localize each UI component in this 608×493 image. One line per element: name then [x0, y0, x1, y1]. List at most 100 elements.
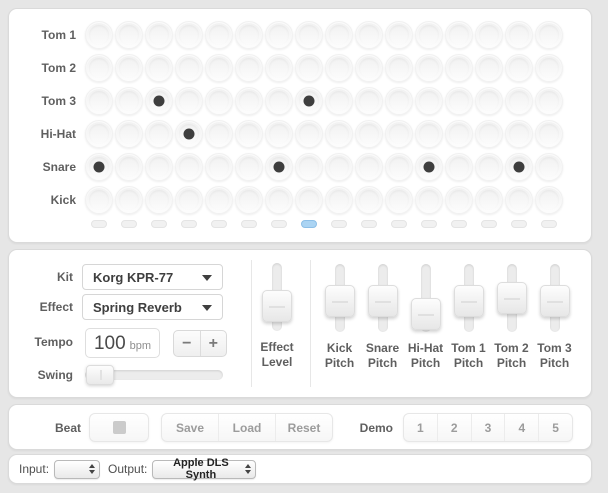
step-cell[interactable] — [325, 54, 353, 82]
step-cell[interactable] — [325, 186, 353, 214]
step-cell[interactable] — [205, 153, 233, 181]
tempo-decrease-button[interactable]: − — [174, 331, 201, 356]
step-cell[interactable] — [505, 54, 533, 82]
step-cell[interactable] — [175, 153, 203, 181]
step-cell[interactable] — [475, 120, 503, 148]
step-cell[interactable] — [355, 87, 383, 115]
step-cell[interactable] — [325, 120, 353, 148]
pitch-slider[interactable]: Snare Pitch — [361, 264, 404, 371]
step-cell[interactable] — [265, 21, 293, 49]
step-cell[interactable] — [115, 186, 143, 214]
step-cell[interactable] — [85, 153, 113, 181]
step-cell[interactable] — [415, 54, 443, 82]
step-cell[interactable] — [505, 21, 533, 49]
output-select[interactable]: Apple DLS Synth — [152, 460, 256, 479]
step-cell[interactable] — [175, 87, 203, 115]
input-select[interactable] — [54, 460, 100, 479]
demo-button[interactable]: 5 — [538, 414, 572, 441]
step-cell[interactable] — [415, 120, 443, 148]
step-cell[interactable] — [115, 21, 143, 49]
step-cell[interactable] — [205, 21, 233, 49]
effect-level-handle[interactable] — [262, 290, 292, 322]
step-cell[interactable] — [415, 87, 443, 115]
step-cell[interactable] — [85, 87, 113, 115]
step-cell[interactable] — [265, 153, 293, 181]
step-cell[interactable] — [505, 120, 533, 148]
step-cell[interactable] — [535, 21, 563, 49]
step-cell[interactable] — [505, 153, 533, 181]
step-cell[interactable] — [265, 87, 293, 115]
pitch-slider[interactable]: Tom 2 Pitch — [490, 264, 533, 371]
step-cell[interactable] — [535, 54, 563, 82]
step-cell[interactable] — [475, 87, 503, 115]
step-cell[interactable] — [355, 54, 383, 82]
pitch-slider[interactable]: Hi-Hat Pitch — [404, 264, 447, 371]
pitch-slider-track[interactable] — [464, 264, 474, 332]
step-cell[interactable] — [145, 120, 173, 148]
effect-select[interactable]: Spring Reverb — [82, 294, 223, 320]
step-cell[interactable] — [85, 120, 113, 148]
step-cell[interactable] — [295, 21, 323, 49]
step-cell[interactable] — [445, 153, 473, 181]
pitch-slider[interactable]: Tom 1 Pitch — [447, 264, 490, 371]
demo-button[interactable]: 2 — [437, 414, 471, 441]
file-button[interactable]: Save — [162, 414, 218, 441]
pitch-slider-handle[interactable] — [411, 298, 441, 330]
step-cell[interactable] — [265, 186, 293, 214]
step-cell[interactable] — [325, 21, 353, 49]
step-cell[interactable] — [445, 87, 473, 115]
step-cell[interactable] — [175, 54, 203, 82]
step-cell[interactable] — [535, 186, 563, 214]
step-cell[interactable] — [475, 54, 503, 82]
file-button[interactable]: Load — [218, 414, 275, 441]
step-cell[interactable] — [415, 153, 443, 181]
step-cell[interactable] — [325, 87, 353, 115]
pitch-slider-track[interactable] — [550, 264, 560, 332]
demo-button[interactable]: 4 — [504, 414, 538, 441]
step-cell[interactable] — [175, 186, 203, 214]
step-cell[interactable] — [385, 186, 413, 214]
step-cell[interactable] — [325, 153, 353, 181]
step-cell[interactable] — [355, 153, 383, 181]
pitch-slider-handle[interactable] — [497, 282, 527, 314]
step-cell[interactable] — [175, 120, 203, 148]
pitch-slider-handle[interactable] — [454, 285, 484, 317]
step-cell[interactable] — [505, 186, 533, 214]
step-cell[interactable] — [355, 120, 383, 148]
step-cell[interactable] — [475, 186, 503, 214]
pitch-slider-track[interactable] — [507, 264, 517, 332]
step-cell[interactable] — [205, 186, 233, 214]
step-cell[interactable] — [265, 120, 293, 148]
step-cell[interactable] — [445, 186, 473, 214]
step-cell[interactable] — [235, 186, 263, 214]
tempo-increase-button[interactable]: + — [201, 331, 227, 356]
step-cell[interactable] — [85, 186, 113, 214]
step-cell[interactable] — [145, 153, 173, 181]
step-cell[interactable] — [445, 54, 473, 82]
step-cell[interactable] — [295, 54, 323, 82]
step-cell[interactable] — [85, 54, 113, 82]
step-cell[interactable] — [415, 186, 443, 214]
step-cell[interactable] — [115, 153, 143, 181]
step-cell[interactable] — [535, 87, 563, 115]
effect-level-slider[interactable]: Effect Level — [254, 263, 300, 370]
step-cell[interactable] — [535, 153, 563, 181]
pitch-slider-handle[interactable] — [368, 285, 398, 317]
step-cell[interactable] — [385, 54, 413, 82]
step-cell[interactable] — [235, 21, 263, 49]
step-cell[interactable] — [145, 186, 173, 214]
step-cell[interactable] — [175, 21, 203, 49]
step-cell[interactable] — [115, 54, 143, 82]
step-cell[interactable] — [235, 153, 263, 181]
pitch-slider-track[interactable] — [421, 264, 431, 332]
step-cell[interactable] — [115, 120, 143, 148]
pitch-slider[interactable]: Kick Pitch — [318, 264, 361, 371]
step-cell[interactable] — [385, 87, 413, 115]
step-cell[interactable] — [385, 120, 413, 148]
step-cell[interactable] — [355, 186, 383, 214]
pitch-slider-handle[interactable] — [325, 285, 355, 317]
effect-level-track[interactable] — [272, 263, 282, 331]
step-cell[interactable] — [205, 54, 233, 82]
step-cell[interactable] — [235, 87, 263, 115]
stop-button[interactable] — [89, 413, 149, 442]
